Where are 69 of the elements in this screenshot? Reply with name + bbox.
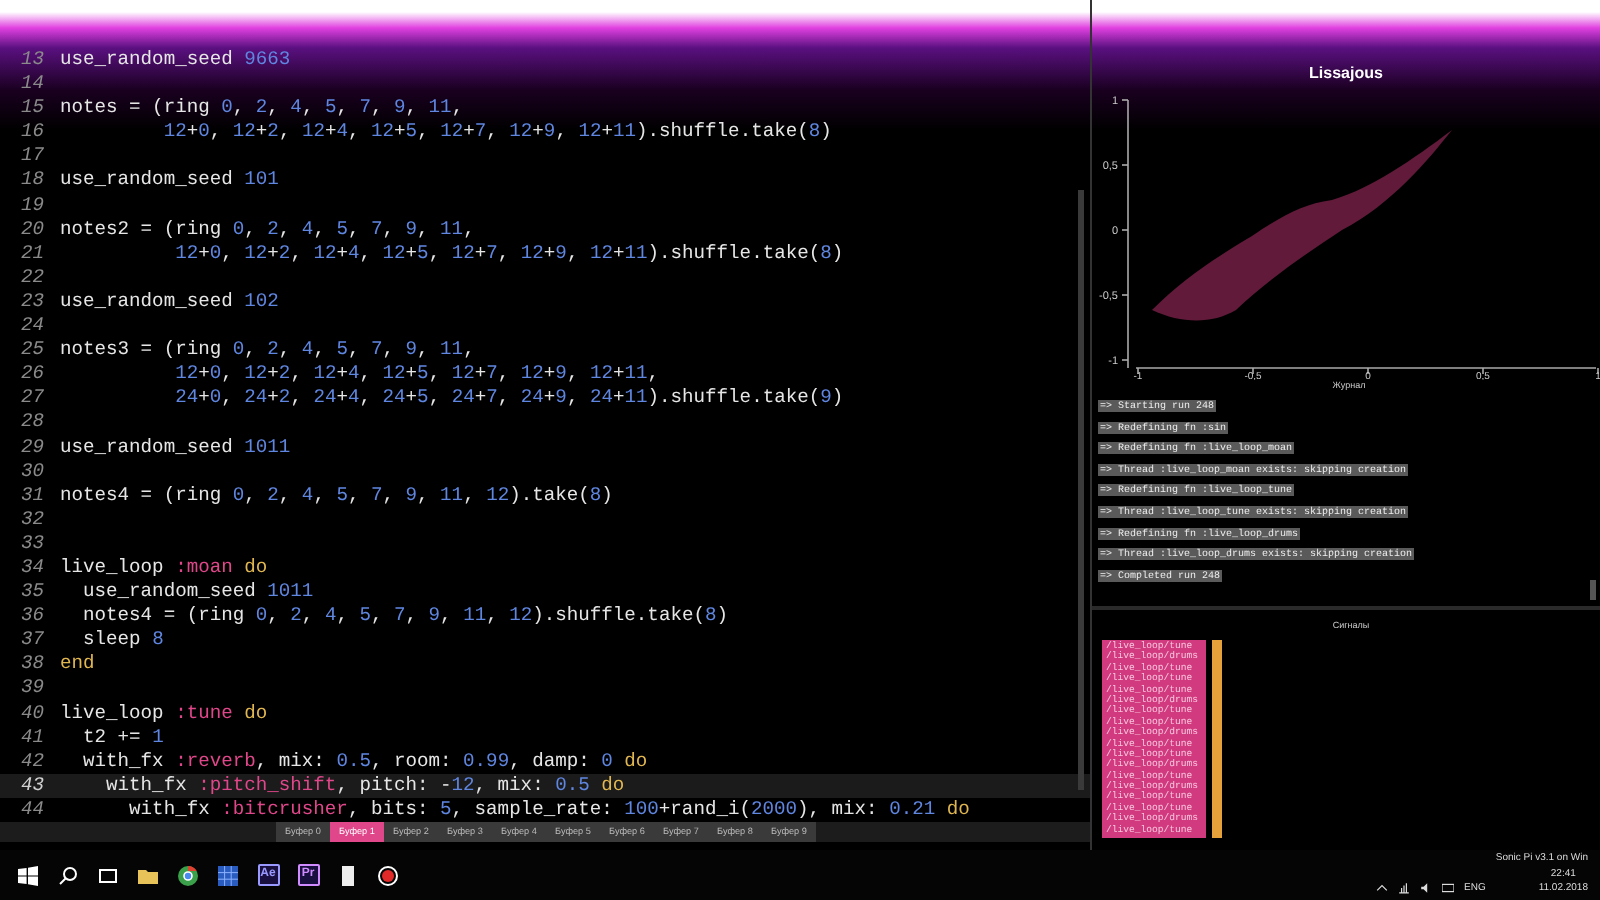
- code-line: live_loop :tune do: [60, 701, 268, 726]
- line-number: 36: [18, 604, 46, 629]
- line-number: 40: [18, 701, 46, 726]
- code-line: live_loop :moan do: [60, 555, 268, 581]
- line-number: 37: [18, 628, 46, 653]
- code-line: t2 += 1: [81, 725, 164, 750]
- line-number: 23: [18, 289, 46, 315]
- line-number: 43: [18, 773, 46, 798]
- line-number: 33: [18, 531, 46, 556]
- code-line: sleep 8: [81, 628, 164, 653]
- line-number: 32: [18, 507, 46, 532]
- line-number: 14: [18, 72, 46, 97]
- line-number: 24: [18, 314, 46, 339]
- line-number: 35: [18, 580, 46, 605]
- code-line: notes = (ring 0, 2, 4, 5, 7, 9, 11,: [60, 96, 464, 121]
- line-number: 41: [18, 725, 46, 750]
- network-icon[interactable]: [1398, 882, 1411, 894]
- line-number: 21: [18, 241, 46, 266]
- code-line: end: [60, 652, 95, 677]
- windows-logo-icon[interactable]: [18, 865, 38, 885]
- line-number: 26: [18, 362, 46, 387]
- line-number: 42: [18, 749, 46, 774]
- keyboard-icon[interactable]: [1442, 882, 1455, 894]
- code-line: 12+0, 12+2, 12+4, 12+5, 12+7, 12+9, 12+11).shuffle.take(8): [173, 241, 844, 266]
- line-number: 22: [18, 265, 46, 290]
- line-number: 34: [18, 555, 46, 581]
- code-line: notes3 = (ring 0, 2, 4, 5, 7, 9, 11,: [60, 338, 475, 363]
- document-icon[interactable]: [338, 865, 358, 885]
- record-icon[interactable]: [378, 865, 398, 885]
- code-line: 24+0, 24+2, 24+4, 24+5, 24+7, 24+9, 24+11).shuffle.take(9): [173, 386, 844, 411]
- scope-title: Lissajous: [1309, 64, 1383, 82]
- code-line: use_random_seed 101: [60, 168, 279, 194]
- code-line: use_random_seed 1011: [60, 435, 291, 460]
- code-line: with_fx :pitch_shift, pitch: -12, mix: 0.5 do: [104, 773, 625, 798]
- line-number: 28: [18, 410, 46, 435]
- grid-app-icon[interactable]: [218, 865, 238, 885]
- code-line: 12+0, 12+2, 12+4, 12+5, 12+7, 12+9, 12+11,: [173, 362, 660, 387]
- task-view-icon[interactable]: [98, 865, 118, 885]
- scrollbar[interactable]: [1078, 190, 1084, 790]
- code-line: with_fx :bitcrusher, bits: 5, sample_rate: 100+rand_i(2000), mix: 0.21 do: [127, 797, 970, 822]
- line-number: 29: [18, 435, 46, 460]
- line-number: 30: [18, 459, 46, 484]
- line-number: 20: [18, 217, 46, 242]
- line-number: 13: [18, 48, 46, 73]
- line-number: 19: [18, 193, 46, 218]
- scrollbar[interactable]: [1590, 580, 1596, 600]
- line-number: 38: [18, 652, 46, 677]
- folder-icon[interactable]: [138, 865, 158, 885]
- speaker-icon[interactable]: [1420, 882, 1433, 894]
- code-line: use_random_seed 9663: [60, 48, 291, 73]
- code-line: use_random_seed 1011: [81, 580, 314, 605]
- code-line: notes4 = (ring 0, 2, 4, 5, 7, 9, 11, 12).shuffle.take(8): [81, 604, 728, 629]
- line-number: 31: [18, 483, 46, 508]
- code-line: notes4 = (ring 0, 2, 4, 5, 7, 9, 11, 12).take(8): [60, 483, 613, 508]
- line-number: 44: [18, 797, 46, 822]
- line-number: 39: [18, 676, 46, 702]
- line-number: 25: [18, 338, 46, 363]
- code-line: use_random_seed 102: [60, 289, 279, 315]
- line-number: 27: [18, 386, 46, 411]
- code-line: notes2 = (ring 0, 2, 4, 5, 7, 9, 11,: [60, 217, 475, 242]
- browser-icon[interactable]: [178, 865, 198, 885]
- search-icon[interactable]: [58, 865, 78, 885]
- line-number: 15: [18, 96, 46, 121]
- line-number: 18: [18, 168, 46, 194]
- code-line: with_fx :reverb, mix: 0.5, room: 0.99, damp: 0 do: [81, 749, 648, 774]
- code-line: 12+0, 12+2, 12+4, 12+5, 12+7, 12+9, 12+11).shuffle.take(8): [161, 120, 832, 145]
- chevron-up-icon[interactable]: [1376, 882, 1389, 894]
- line-number: 17: [18, 144, 46, 169]
- line-number: 16: [18, 120, 46, 145]
